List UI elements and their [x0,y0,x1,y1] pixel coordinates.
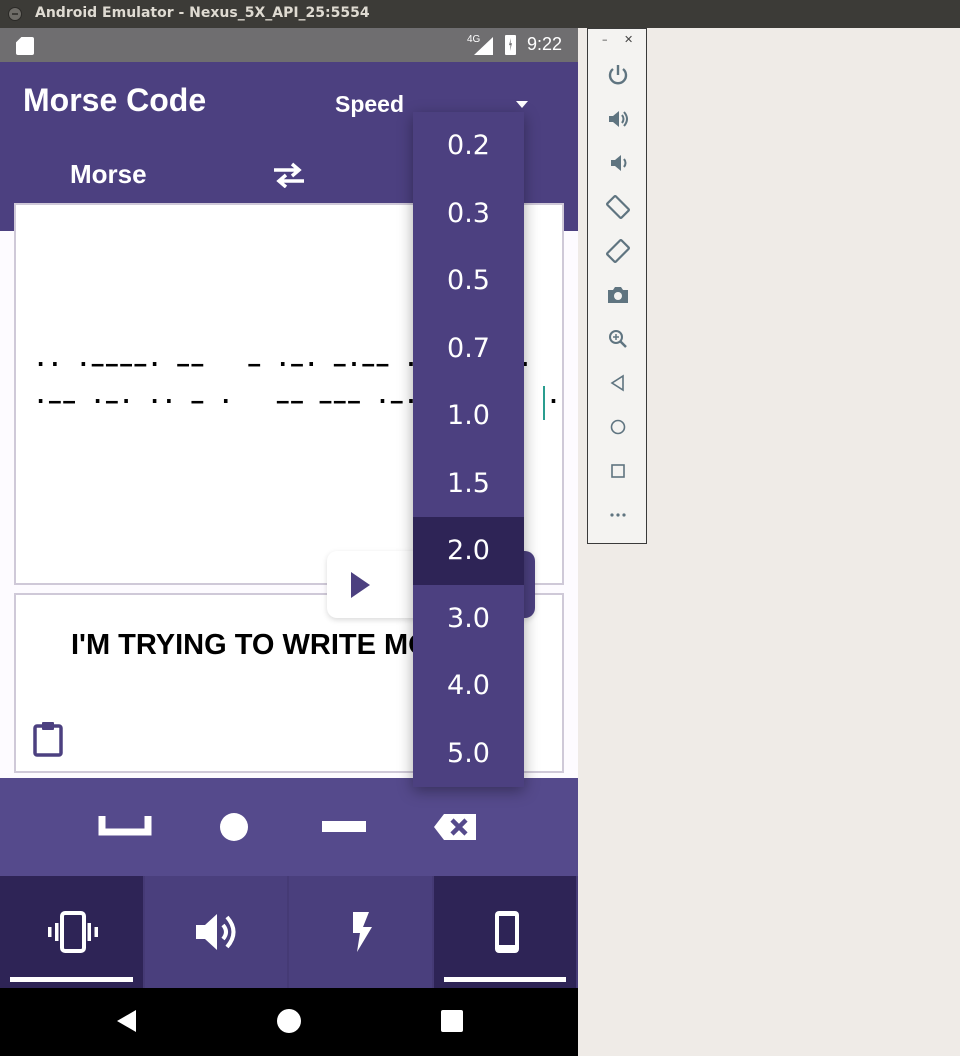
clipboard-icon[interactable] [33,721,63,757]
speed-label[interactable]: Speed [335,91,404,118]
output-mode-tabs [0,876,578,988]
network-type: 4G [467,34,481,45]
text-cursor [543,386,545,420]
battery-icon [505,35,516,55]
nav-back-icon[interactable] [114,1008,140,1034]
window-titlebar: Android Emulator - Nexus_5X_API_25:5554 [0,0,960,28]
phone-screen: 4G 9:22 Morse Code Speed Morse ·· ·−−−−·… [0,28,578,1056]
speed-option[interactable]: 0.7 [413,315,524,383]
phone-icon [494,911,519,953]
sd-card-icon [16,37,34,55]
tab-vibrate[interactable] [0,876,145,988]
backspace-key[interactable] [424,800,484,854]
window-title: Android Emulator - Nexus_5X_API_25:5554 [35,5,370,21]
speed-option[interactable]: 2.0 [413,517,524,585]
app-title: Morse Code [23,82,207,118]
more-icon[interactable] [604,501,632,529]
nav-home-icon[interactable] [276,1008,302,1034]
speed-option[interactable]: 0.5 [413,247,524,315]
speed-option[interactable]: 1.5 [413,450,524,518]
dash-key[interactable] [314,800,374,854]
nav-overview-icon[interactable] [439,1008,465,1034]
speed-dropdown-menu: 0.2 0.3 0.5 0.7 1.0 1.5 2.0 3.0 4.0 5.0 [413,112,524,787]
window-close-button[interactable] [8,7,22,21]
speed-option[interactable]: 3.0 [413,585,524,653]
dot-key[interactable] [204,800,264,854]
volume-up-icon[interactable] [604,105,632,133]
vibrate-icon [48,911,98,953]
space-key[interactable] [95,800,155,854]
panel-minimize-button[interactable]: – [602,33,608,46]
zoom-icon[interactable] [604,325,632,353]
morse-keyboard [0,778,578,876]
status-time: 9:22 [527,34,563,54]
back-icon[interactable] [604,369,632,397]
speed-option[interactable]: 1.0 [413,382,524,450]
speed-option[interactable]: 0.2 [413,112,524,180]
tab-screen[interactable] [433,876,578,988]
overview-icon[interactable] [604,457,632,485]
emulator-controls: – ✕ [587,28,647,544]
tab-flash[interactable] [289,876,434,988]
rotate-left-icon[interactable] [604,193,632,221]
camera-icon[interactable] [604,281,632,309]
volume-icon [195,914,235,950]
speed-option[interactable]: 5.0 [413,720,524,788]
flash-icon [353,912,372,952]
swap-arrows-icon[interactable] [272,162,306,188]
tab-sound[interactable] [145,876,289,988]
volume-down-icon[interactable] [604,149,632,177]
chevron-down-icon[interactable] [516,101,528,108]
home-icon[interactable] [604,413,632,441]
status-bar: 4G 9:22 [0,28,578,62]
power-icon[interactable] [604,61,632,89]
rotate-right-icon[interactable] [604,237,632,265]
speed-option[interactable]: 4.0 [413,652,524,720]
android-nav-bar [0,988,578,1056]
mode-label: Morse [70,159,147,189]
play-icon [351,572,370,598]
panel-close-button[interactable]: ✕ [624,33,633,46]
speed-option[interactable]: 0.3 [413,180,524,248]
